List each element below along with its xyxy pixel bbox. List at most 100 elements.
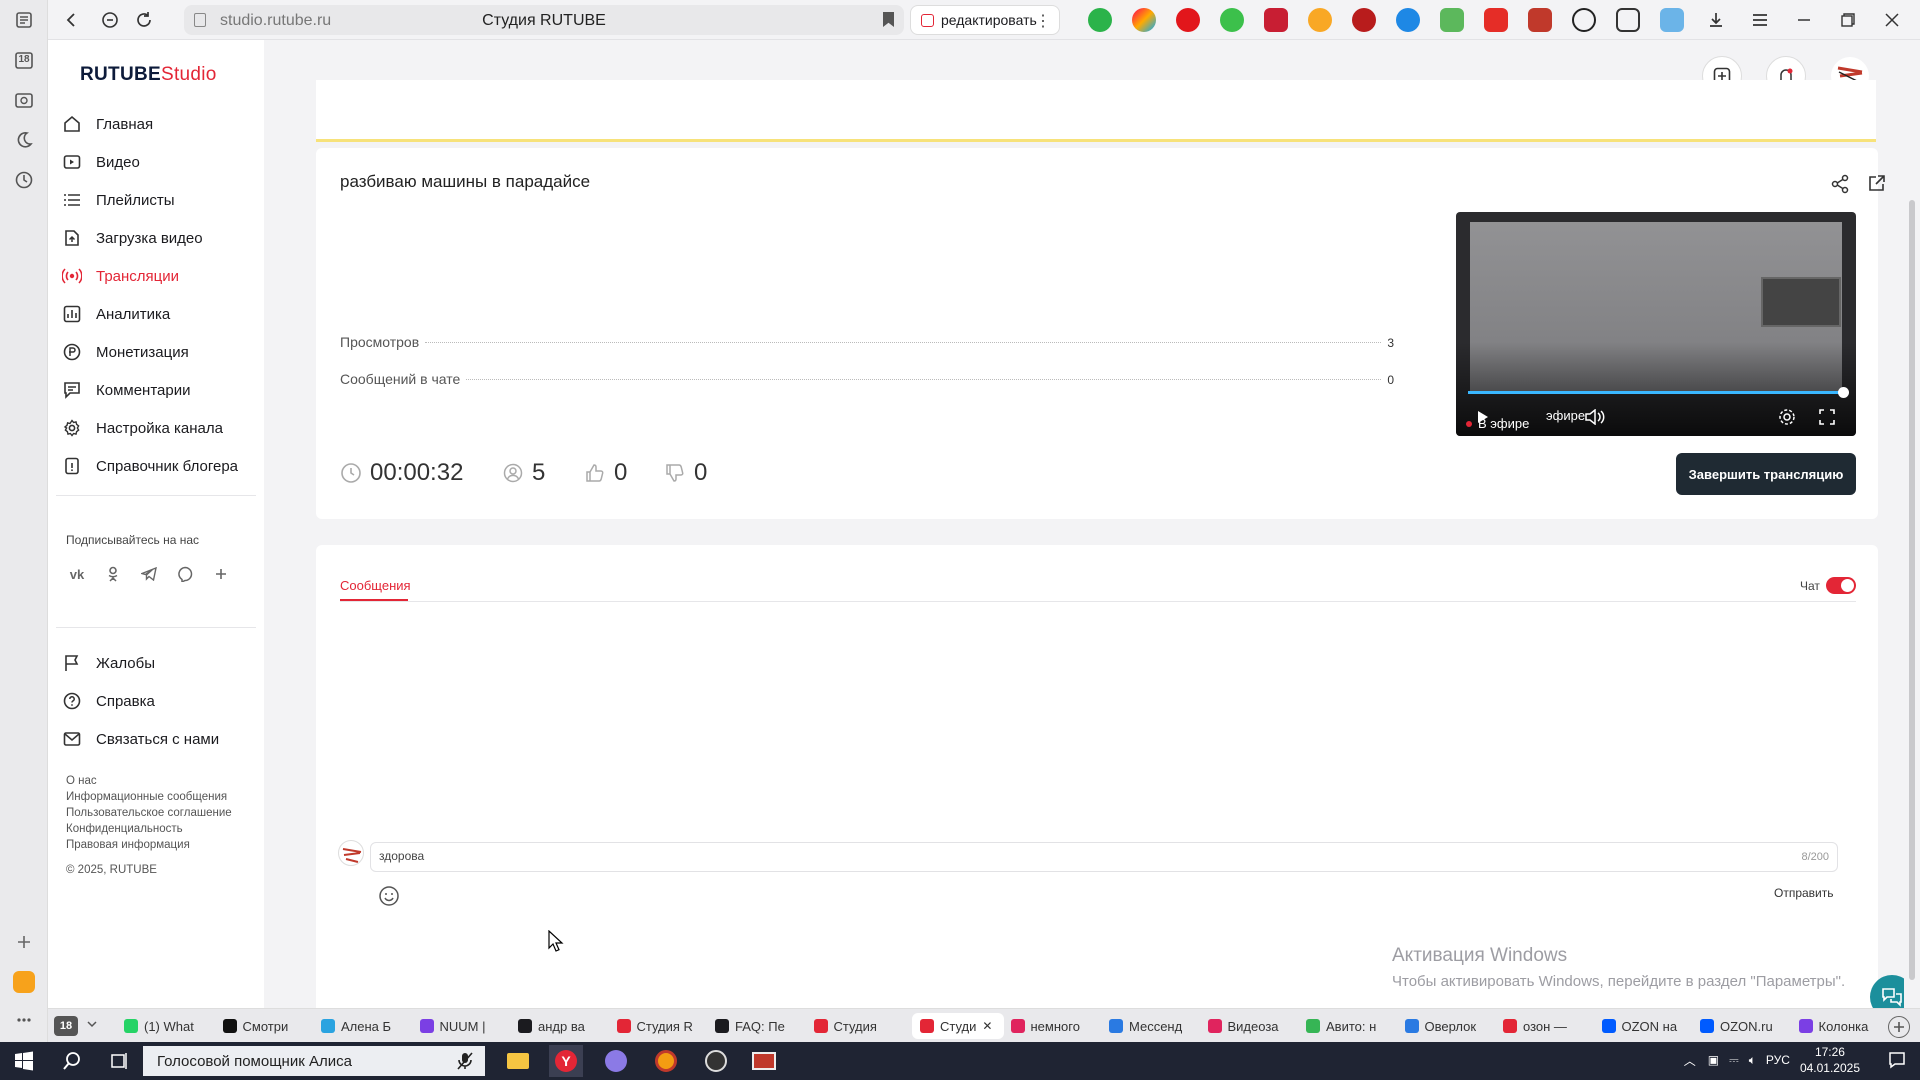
downloads-icon[interactable] <box>1704 8 1728 32</box>
browser-tab[interactable]: Видеоза <box>1207 1013 1296 1039</box>
address-bar[interactable]: studio.rutube.ru Студия RUTUBE <box>184 5 904 35</box>
fullscreen-icon[interactable] <box>1816 406 1838 428</box>
history-icon[interactable] <box>12 168 36 192</box>
sidebar-item-channel-settings[interactable]: Настройка канала <box>62 414 223 442</box>
scrollbar-thumb[interactable] <box>1909 200 1915 980</box>
footer-link-legal[interactable]: Правовая информация <box>66 839 190 851</box>
browser-tab[interactable]: андр ва <box>518 1013 606 1039</box>
alisa-voice-assistant[interactable]: Голосовой помощник Алиса <box>143 1046 485 1076</box>
ext-arrow-icon[interactable] <box>1440 8 1464 32</box>
notifications-center-icon[interactable] <box>1888 1051 1906 1069</box>
ext-box-icon[interactable] <box>1616 8 1640 32</box>
tray-volume-icon[interactable]: 🔈︎ <box>1749 1053 1756 1068</box>
close-window-icon[interactable] <box>1880 8 1904 32</box>
ext-bars-icon[interactable] <box>1528 8 1552 32</box>
new-tab-icon[interactable] <box>1888 1016 1910 1038</box>
ext-screen-icon[interactable] <box>1660 8 1684 32</box>
add-panel-icon[interactable] <box>12 930 36 954</box>
app-record-icon[interactable] <box>704 1049 728 1073</box>
chat-message-field[interactable] <box>379 849 1679 863</box>
browser-tab[interactable]: Алена Б <box>321 1013 409 1039</box>
ext-ab-icon[interactable] <box>1264 8 1288 32</box>
windows-start-icon[interactable] <box>12 1049 36 1073</box>
sidebar-item-upload[interactable]: Загрузка видео <box>62 224 203 252</box>
browser-tab[interactable]: Мессенд <box>1109 1013 1197 1039</box>
tab-list-chevron-icon[interactable] <box>86 1018 98 1030</box>
gallery-icon[interactable] <box>12 88 36 112</box>
ext-green-icon[interactable] <box>1088 8 1112 32</box>
app-purple-icon[interactable] <box>604 1049 628 1073</box>
footer-link-privacy[interactable]: Конфиденциальность <box>66 823 183 835</box>
tab-messages[interactable]: Сообщения <box>340 578 411 593</box>
ext-play-icon[interactable] <box>1572 8 1596 32</box>
moon-icon[interactable] <box>12 128 36 152</box>
panel-icon[interactable] <box>12 8 36 32</box>
share-icon[interactable] <box>1830 174 1850 194</box>
sidebar-item-comments[interactable]: Комментарии <box>62 376 190 404</box>
browser-tab[interactable]: OZON на <box>1601 1013 1690 1039</box>
yandex-browser-icon[interactable]: Y <box>549 1045 583 1077</box>
browser-tab[interactable]: Авито: н <box>1306 1013 1394 1039</box>
browser-tab[interactable]: Колонка <box>1798 1013 1887 1039</box>
edit-button[interactable]: редактировать ⋮ <box>910 5 1060 35</box>
menu-icon[interactable] <box>1748 8 1772 32</box>
chat-message-input[interactable]: 8/200 <box>370 842 1838 872</box>
sidebar-item-home[interactable]: Главная <box>62 110 153 138</box>
end-stream-button[interactable]: Завершить трансляцию <box>1676 453 1856 495</box>
app-orange-icon[interactable] <box>654 1049 678 1073</box>
protect-icon[interactable] <box>98 8 122 32</box>
browser-tab[interactable]: Студи ✕ <box>912 1013 1004 1039</box>
browser-tab[interactable]: OZON.ru <box>1700 1013 1788 1039</box>
footer-link-agreement[interactable]: Пользовательское соглашение <box>66 807 232 819</box>
vk-icon[interactable]: vk <box>66 563 88 585</box>
back-icon[interactable] <box>60 8 84 32</box>
mail-app-icon[interactable] <box>12 970 36 994</box>
microphone-off-icon[interactable] <box>455 1051 475 1071</box>
emoji-icon[interactable] <box>378 885 400 907</box>
search-icon[interactable] <box>60 1049 84 1073</box>
tray-device-icon[interactable]: ▣ <box>1708 1053 1719 1067</box>
tab-count-badge[interactable]: 18 <box>54 1016 78 1036</box>
ext-shazam-icon[interactable] <box>1396 8 1420 32</box>
viber-icon[interactable] <box>174 563 196 585</box>
ext-opera-icon[interactable] <box>1176 8 1200 32</box>
page-scrollbar[interactable] <box>1904 40 1920 1016</box>
quality-settings-icon[interactable] <box>1776 406 1798 428</box>
tray-network-icon[interactable]: ⎓ <box>1729 1053 1739 1068</box>
chat-toggle[interactable] <box>1826 577 1856 594</box>
task-view-icon[interactable] <box>108 1049 132 1073</box>
browser-tab[interactable]: озон — <box>1503 1013 1591 1039</box>
browser-tab[interactable]: Смотри <box>222 1013 311 1039</box>
more-icon[interactable] <box>12 1008 36 1032</box>
sidebar-item-playlists[interactable]: Плейлисты <box>62 186 175 214</box>
tray-clock[interactable]: 17:26 04.01.2025 <box>1800 1044 1860 1076</box>
restore-icon[interactable] <box>1836 8 1860 32</box>
close-tab-icon[interactable]: ✕ <box>982 1019 992 1033</box>
rutube-studio-logo[interactable]: RUTUBEStudio <box>80 64 217 86</box>
volume-icon[interactable] <box>1584 406 1606 428</box>
ext-ok-icon[interactable] <box>1308 8 1332 32</box>
sidebar-item-analytics[interactable]: Аналитика <box>62 300 170 328</box>
sidebar-item-video[interactable]: Видео <box>62 148 140 176</box>
sidebar-item-blogger-guide[interactable]: Справочник блогера <box>62 452 238 480</box>
ext-bug-icon[interactable] <box>1352 8 1376 32</box>
calendar-icon[interactable]: 18 <box>12 48 36 72</box>
browser-tab[interactable]: Студия <box>813 1013 902 1039</box>
browser-tab[interactable]: Студия R <box>616 1013 705 1039</box>
ext-download-icon[interactable] <box>1220 8 1244 32</box>
app-picture-icon[interactable] <box>752 1049 776 1073</box>
browser-tab[interactable]: NUUM | <box>419 1013 508 1039</box>
sidebar-item-complaints[interactable]: Жалобы <box>62 649 155 677</box>
ok-icon[interactable] <box>102 563 124 585</box>
minimize-icon[interactable] <box>1792 8 1816 32</box>
sidebar-item-monetization[interactable]: Монетизация <box>62 338 189 366</box>
video-progress-knob[interactable] <box>1838 387 1849 398</box>
browser-tab[interactable]: Оверлок <box>1404 1013 1493 1039</box>
tray-chevron-icon[interactable]: ︿ <box>1684 1052 1696 1069</box>
file-explorer-icon[interactable] <box>506 1049 530 1073</box>
sidebar-item-contact[interactable]: Связаться с нами <box>62 725 219 753</box>
browser-tab[interactable]: FAQ: Пе <box>715 1013 803 1039</box>
tray-language[interactable]: РУС <box>1766 1053 1790 1067</box>
plus-icon[interactable] <box>210 563 232 585</box>
video-player[interactable]: В эфире эфире <box>1456 212 1856 436</box>
